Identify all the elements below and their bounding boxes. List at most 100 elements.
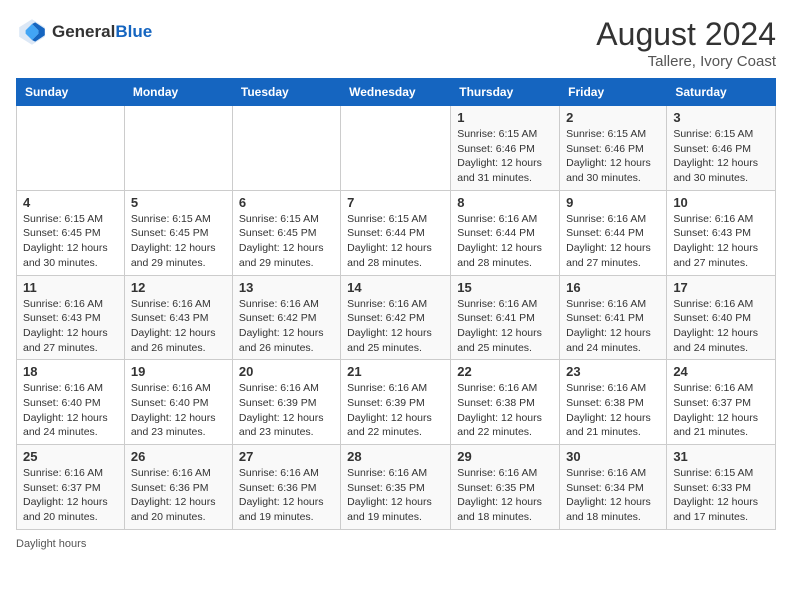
calendar-cell: 12 Sunrise: 6:16 AMSunset: 6:43 PMDayligh… xyxy=(124,275,232,360)
logo-general: General xyxy=(52,22,115,41)
day-detail: Sunrise: 6:16 AMSunset: 6:41 PMDaylight:… xyxy=(566,297,660,356)
day-number: 28 xyxy=(347,449,444,464)
day-detail: Sunrise: 6:16 AMSunset: 6:37 PMDaylight:… xyxy=(673,381,769,440)
logo-blue: Blue xyxy=(115,22,152,41)
calendar-cell: 23Sunrise: 6:16 AMSunset: 6:38 PMDayligh… xyxy=(560,360,667,445)
day-detail: Sunrise: 6:16 AMSunset: 6:38 PMDaylight:… xyxy=(457,381,553,440)
day-detail: Sunrise: 6:15 AMSunset: 6:46 PMDaylight:… xyxy=(673,127,769,186)
calendar-cell: 17 Sunrise: 6:16 AMSunset: 6:40 PMDayligh… xyxy=(667,275,776,360)
day-number: 17 xyxy=(673,280,769,295)
logo: GeneralBlue xyxy=(16,16,152,48)
day-number: 7 xyxy=(347,195,444,210)
day-detail: Sunrise: 6:16 AMSunset: 6:44 PMDaylight:… xyxy=(566,212,660,271)
day-number: 27 xyxy=(239,449,334,464)
day-detail: Sunrise: 6:16 AMSunset: 6:35 PMDaylight:… xyxy=(347,466,444,525)
calendar-cell: 26 Sunrise: 6:16 AMSunset: 6:36 PMDayligh… xyxy=(124,445,232,530)
calendar-cell: 28 Sunrise: 6:16 AMSunset: 6:35 PMDayligh… xyxy=(341,445,451,530)
day-number: 15 xyxy=(457,280,553,295)
day-of-week-header: Wednesday xyxy=(341,79,451,106)
day-of-week-header: Friday xyxy=(560,79,667,106)
day-of-week-header: Saturday xyxy=(667,79,776,106)
day-of-week-header: Thursday xyxy=(451,79,560,106)
calendar-cell: 14Sunrise: 6:16 AMSunset: 6:42 PMDayligh… xyxy=(341,275,451,360)
day-detail: Sunrise: 6:15 AMSunset: 6:44 PMDaylight:… xyxy=(347,212,444,271)
day-number: 25 xyxy=(23,449,118,464)
calendar-cell: 2 Sunrise: 6:15 AMSunset: 6:46 PMDaylight… xyxy=(560,106,667,191)
day-number: 6 xyxy=(239,195,334,210)
day-number: 14 xyxy=(347,280,444,295)
day-detail: Sunrise: 6:16 AMSunset: 6:40 PMDaylight:… xyxy=(131,381,226,440)
day-detail: Sunrise: 6:16 AMSunset: 6:42 PMDaylight:… xyxy=(239,297,334,356)
day-number: 10 xyxy=(673,195,769,210)
day-number: 24 xyxy=(673,364,769,379)
calendar-cell: 19 Sunrise: 6:16 AMSunset: 6:40 PMDayligh… xyxy=(124,360,232,445)
calendar-cell: 20Sunrise: 6:16 AMSunset: 6:39 PMDayligh… xyxy=(232,360,340,445)
calendar-cell: 24 Sunrise: 6:16 AMSunset: 6:37 PMDayligh… xyxy=(667,360,776,445)
title-block: August 2024 Tallere, Ivory Coast xyxy=(596,16,776,70)
day-detail: Sunrise: 6:16 AMSunset: 6:39 PMDaylight:… xyxy=(239,381,334,440)
day-of-week-header: Tuesday xyxy=(232,79,340,106)
day-number: 16 xyxy=(566,280,660,295)
day-detail: Sunrise: 6:16 AMSunset: 6:41 PMDaylight:… xyxy=(457,297,553,356)
calendar-cell: 13Sunrise: 6:16 AMSunset: 6:42 PMDayligh… xyxy=(232,275,340,360)
day-number: 22 xyxy=(457,364,553,379)
day-number: 12 xyxy=(131,280,226,295)
location: Tallere, Ivory Coast xyxy=(596,53,776,70)
day-detail: Sunrise: 6:15 AMSunset: 6:33 PMDaylight:… xyxy=(673,466,769,525)
day-number: 29 xyxy=(457,449,553,464)
day-detail: Sunrise: 6:16 AMSunset: 6:40 PMDaylight:… xyxy=(673,297,769,356)
day-detail: Sunrise: 6:16 AMSunset: 6:43 PMDaylight:… xyxy=(673,212,769,271)
calendar-cell: 25Sunrise: 6:16 AMSunset: 6:37 PMDayligh… xyxy=(17,445,125,530)
calendar-cell: 10 Sunrise: 6:16 AMSunset: 6:43 PMDayligh… xyxy=(667,190,776,275)
day-number: 30 xyxy=(566,449,660,464)
day-number: 26 xyxy=(131,449,226,464)
calendar-cell xyxy=(17,106,125,191)
calendar-week-row: 18 Sunrise: 6:16 AMSunset: 6:40 PMDayligh… xyxy=(17,360,776,445)
day-number: 18 xyxy=(23,364,118,379)
calendar-table: SundayMondayTuesdayWednesdayThursdayFrid… xyxy=(16,78,776,530)
day-number: 21 xyxy=(347,364,444,379)
calendar-cell: 16 Sunrise: 6:16 AMSunset: 6:41 PMDayligh… xyxy=(560,275,667,360)
calendar-cell: 1 Sunrise: 6:15 AMSunset: 6:46 PMDaylight… xyxy=(451,106,560,191)
calendar-cell: 5Sunrise: 6:15 AMSunset: 6:45 PMDaylight… xyxy=(124,190,232,275)
calendar-week-row: 25Sunrise: 6:16 AMSunset: 6:37 PMDayligh… xyxy=(17,445,776,530)
calendar-cell: 31 Sunrise: 6:15 AMSunset: 6:33 PMDayligh… xyxy=(667,445,776,530)
day-detail: Sunrise: 6:16 AMSunset: 6:43 PMDaylight:… xyxy=(131,297,226,356)
page-header: GeneralBlue August 2024 Tallere, Ivory C… xyxy=(16,16,776,70)
calendar-cell: 8Sunrise: 6:16 AMSunset: 6:44 PMDaylight… xyxy=(451,190,560,275)
day-detail: Sunrise: 6:15 AMSunset: 6:45 PMDaylight:… xyxy=(239,212,334,271)
calendar-cell: 9Sunrise: 6:16 AMSunset: 6:44 PMDaylight… xyxy=(560,190,667,275)
day-detail: Sunrise: 6:16 AMSunset: 6:36 PMDaylight:… xyxy=(239,466,334,525)
calendar-cell: 30 Sunrise: 6:16 AMSunset: 6:34 PMDayligh… xyxy=(560,445,667,530)
day-number: 2 xyxy=(566,110,660,125)
day-detail: Sunrise: 6:16 AMSunset: 6:43 PMDaylight:… xyxy=(23,297,118,356)
day-number: 11 xyxy=(23,280,118,295)
day-detail: Sunrise: 6:15 AMSunset: 6:45 PMDaylight:… xyxy=(131,212,226,271)
day-of-week-header: Sunday xyxy=(17,79,125,106)
day-detail: Sunrise: 6:15 AMSunset: 6:45 PMDaylight:… xyxy=(23,212,118,271)
month-year: August 2024 xyxy=(596,16,776,53)
day-detail: Sunrise: 6:16 AMSunset: 6:34 PMDaylight:… xyxy=(566,466,660,525)
daylight-label: Daylight hours xyxy=(16,538,86,550)
calendar-cell: 11 Sunrise: 6:16 AMSunset: 6:43 PMDayligh… xyxy=(17,275,125,360)
logo-text: GeneralBlue xyxy=(52,23,152,42)
day-detail: Sunrise: 6:15 AMSunset: 6:46 PMDaylight:… xyxy=(566,127,660,186)
day-number: 4 xyxy=(23,195,118,210)
day-detail: Sunrise: 6:16 AMSunset: 6:38 PMDaylight:… xyxy=(566,381,660,440)
footer: Daylight hours xyxy=(16,538,776,550)
calendar-cell: 27 Sunrise: 6:16 AMSunset: 6:36 PMDayligh… xyxy=(232,445,340,530)
day-detail: Sunrise: 6:16 AMSunset: 6:36 PMDaylight:… xyxy=(131,466,226,525)
calendar-cell xyxy=(341,106,451,191)
day-detail: Sunrise: 6:16 AMSunset: 6:39 PMDaylight:… xyxy=(347,381,444,440)
calendar-week-row: 4 Sunrise: 6:15 AMSunset: 6:45 PMDaylight… xyxy=(17,190,776,275)
day-number: 19 xyxy=(131,364,226,379)
day-number: 31 xyxy=(673,449,769,464)
day-number: 1 xyxy=(457,110,553,125)
logo-icon xyxy=(16,16,48,48)
calendar-header-row: SundayMondayTuesdayWednesdayThursdayFrid… xyxy=(17,79,776,106)
day-detail: Sunrise: 6:15 AMSunset: 6:46 PMDaylight:… xyxy=(457,127,553,186)
day-of-week-header: Monday xyxy=(124,79,232,106)
day-detail: Sunrise: 6:16 AMSunset: 6:44 PMDaylight:… xyxy=(457,212,553,271)
day-detail: Sunrise: 6:16 AMSunset: 6:40 PMDaylight:… xyxy=(23,381,118,440)
calendar-cell: 22 Sunrise: 6:16 AMSunset: 6:38 PMDayligh… xyxy=(451,360,560,445)
